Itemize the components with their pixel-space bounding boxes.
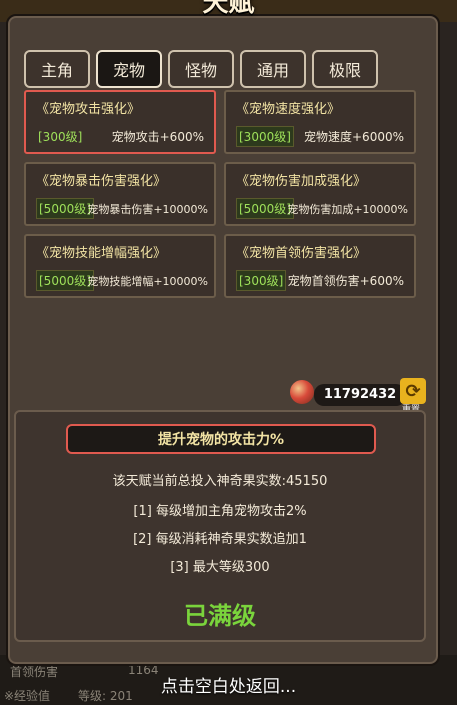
talent-card-pet-crit-damage[interactable]: 《宠物暴击伤害强化》 [5000级] 宠物暴击伤害+10000%	[24, 162, 216, 226]
page-title: 天赋	[202, 0, 255, 18]
magic-fruit-icon	[290, 380, 314, 404]
talent-level: [5000级]	[236, 198, 294, 219]
talent-effect: 宠物暴击伤害+10000%	[87, 203, 208, 216]
talent-name: 《宠物技能增幅强化》	[36, 246, 167, 261]
talent-card-pet-damage-bonus[interactable]: 《宠物伤害加成强化》 [5000级] 宠物伤害加成+10000%	[224, 162, 416, 226]
talent-level: [5000级]	[36, 270, 94, 291]
talent-level: [3000级]	[236, 126, 294, 147]
rule-3: [3] 最大等级300	[170, 560, 270, 575]
tab-general[interactable]: 通用	[240, 50, 306, 88]
talent-detail-panel: 提升宠物的攻击力% 该天赋当前总投入神奇果实数:45150 [1] 每级增加主角…	[14, 410, 426, 642]
talent-card-pet-skill-amp[interactable]: 《宠物技能增幅强化》 [5000级] 宠物技能增幅+10000%	[24, 234, 216, 298]
tab-bar: 主角 宠物 怪物 通用 极限	[24, 50, 378, 88]
reset-button[interactable]: ⟳	[400, 378, 426, 404]
talent-effect: 宠物技能增幅+10000%	[87, 275, 208, 288]
talent-name: 《宠物暴击伤害强化》	[36, 174, 167, 189]
talent-name: 《宠物速度强化》	[236, 102, 341, 117]
refresh-icon: ⟳	[405, 380, 421, 402]
talent-level: [5000级]	[36, 198, 94, 219]
tab-hero[interactable]: 主角	[24, 50, 90, 88]
talent-effect: 宠物速度+6000%	[304, 130, 404, 144]
talent-name: 《宠物伤害加成强化》	[236, 174, 367, 189]
talent-card-pet-boss-damage[interactable]: 《宠物首领伤害强化》 [300级] 宠物首领伤害+600%	[224, 234, 416, 298]
talent-name: 《宠物攻击强化》	[36, 102, 141, 117]
tab-monster[interactable]: 怪物	[168, 50, 234, 88]
rule-1: [1] 每级增加主角宠物攻击2%	[133, 504, 307, 519]
talent-effect: 宠物伤害加成+10000%	[287, 203, 408, 216]
talent-name: 《宠物首领伤害强化》	[236, 246, 367, 261]
talent-effect: 宠物首领伤害+600%	[287, 274, 404, 288]
detail-heading: 提升宠物的攻击力%	[66, 424, 376, 454]
talent-level: [300级]	[236, 270, 287, 291]
tap-to-return-hint[interactable]: 点击空白处返回...	[0, 672, 457, 697]
fruit-count: 11792432	[314, 384, 406, 406]
talent-level: [300级]	[38, 130, 83, 144]
talent-card-pet-speed[interactable]: 《宠物速度强化》 [3000级] 宠物速度+6000%	[224, 90, 416, 154]
max-level-status: 已满级	[184, 602, 256, 630]
invested-text: 该天赋当前总投入神奇果实数:45150	[112, 474, 328, 489]
tab-limit[interactable]: 极限	[312, 50, 378, 88]
rule-2: [2] 每级消耗神奇果实数追加1	[133, 532, 307, 547]
talent-card-pet-attack[interactable]: 《宠物攻击强化》 [300级] 宠物攻击+600%	[24, 90, 216, 154]
tab-pet[interactable]: 宠物	[96, 50, 162, 88]
talent-effect: 宠物攻击+600%	[111, 130, 204, 144]
